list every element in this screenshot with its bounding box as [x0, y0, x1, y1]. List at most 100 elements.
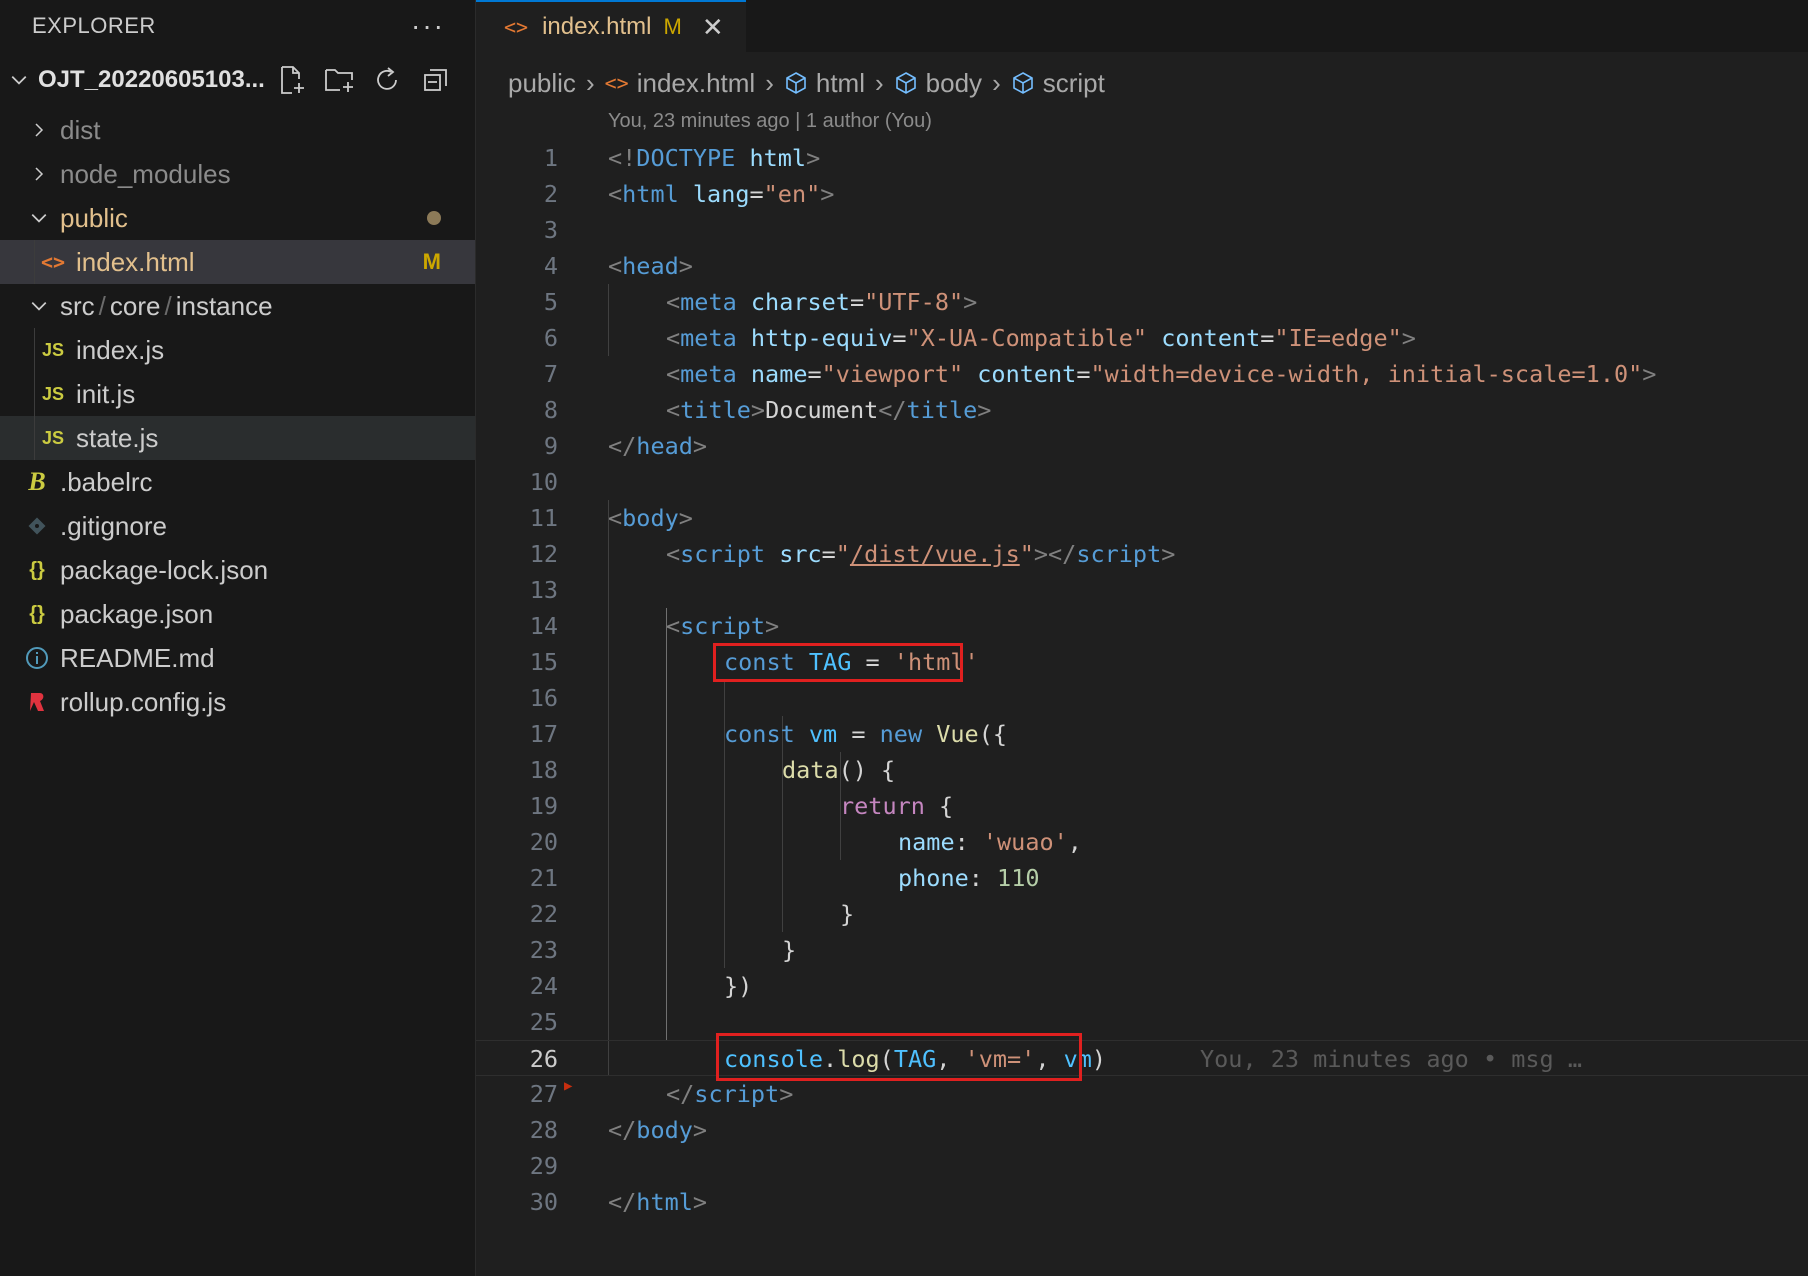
modified-badge: M [663, 14, 682, 39]
line-text: const vm = new Vue({ [724, 720, 1007, 748]
code-line: 6 <meta http-equiv="X-UA-Compatible" cont… [476, 320, 1808, 356]
modified-badge: M [422, 249, 441, 274]
line-number: 6 [543, 324, 558, 352]
codelens-blame[interactable]: You, 23 minutes ago | 1 author (You) [608, 110, 932, 133]
tree-item-label: rollup.config.js [60, 686, 227, 717]
tree-item-rollup-config[interactable]: rollup.config.js [0, 680, 475, 724]
html-file-icon: <> [40, 250, 66, 274]
tree-item-label: index.html [76, 246, 195, 277]
code-line: 1 <!DOCTYPE html> [476, 140, 1808, 176]
tree-item-babelrc[interactable]: B .babelrc [0, 460, 475, 504]
breadcrumb: public › <> index.html › html › body › sc… [476, 52, 1808, 114]
tree-item-index-html[interactable]: <> index.html M [0, 240, 475, 284]
indent-guide [34, 372, 35, 416]
more-actions-icon[interactable]: ··· [411, 10, 445, 42]
line-text: return { [840, 792, 954, 820]
line-number: 5 [543, 288, 558, 316]
project-name: OJT_20220605103... [38, 66, 265, 93]
tree-item-src-core-instance[interactable]: src / core / instance [0, 284, 475, 328]
project-actions [273, 62, 455, 98]
tree-item-state-js[interactable]: JS state.js [0, 416, 475, 460]
line-text: } [782, 936, 797, 964]
close-icon[interactable]: ✕ [702, 12, 724, 43]
line-number: 3 [543, 216, 558, 244]
line-number: 16 [529, 684, 558, 712]
line-text: }) [724, 972, 753, 1000]
highlight-box-tag [713, 643, 963, 682]
tab-index-html[interactable]: <> index.html M ✕ [476, 0, 746, 52]
chevron-down-icon [26, 297, 52, 315]
line-number: 14 [529, 612, 558, 640]
git-deleted-icon: ▶ [564, 1078, 573, 1094]
indent-guide [34, 416, 35, 460]
refresh-icon[interactable] [369, 62, 407, 98]
code-line: 22} [476, 896, 1808, 932]
code-line: 13 [476, 572, 1808, 608]
breadcrumb-index-html[interactable]: <> index.html [605, 68, 756, 99]
project-root[interactable]: OJT_20220605103... [0, 52, 475, 108]
cube-icon [784, 71, 808, 95]
code-line: 30 </html> [476, 1184, 1808, 1220]
explorer-header: EXPLORER ··· [0, 0, 475, 52]
path-separator: / [164, 290, 172, 321]
line-text: </head> [608, 432, 708, 460]
breadcrumb-html[interactable]: html [784, 68, 865, 99]
line-number: 22 [529, 900, 558, 928]
tree-item-node-modules[interactable]: node_modules [0, 152, 475, 196]
line-text: <title>Document</title> [666, 396, 992, 424]
explorer-sidebar: EXPLORER ··· OJT_20220605103... dist nod… [0, 0, 476, 1276]
code-line: 29 [476, 1148, 1808, 1184]
line-number: 26 [529, 1045, 558, 1073]
inline-blame[interactable]: You, 23 minutes ago • msg … [1200, 1041, 1582, 1077]
code-line: 5 <meta charset="UTF-8"> [476, 284, 1808, 320]
link[interactable]: /dist/vue.js [850, 540, 1020, 568]
new-folder-icon[interactable] [321, 62, 359, 98]
tree-item-label: public [60, 202, 128, 233]
line-number: 28 [529, 1116, 558, 1144]
code-line: 4 <head> [476, 248, 1808, 284]
code-editor[interactable]: 1 <!DOCTYPE html> 2 <html lang="en"> 3 4 <h… [476, 140, 1808, 1220]
js-file-icon: JS [41, 339, 65, 360]
new-file-icon[interactable] [273, 62, 311, 98]
line-text: data() { [782, 756, 896, 784]
line-text: phone: 110 [898, 864, 1040, 892]
tree-item-readme[interactable]: README.md [0, 636, 475, 680]
line-text: name: 'wuao', [898, 828, 1082, 856]
tree-item-public[interactable]: public [0, 196, 475, 240]
line-number: 20 [529, 828, 558, 856]
js-file-icon: JS [41, 383, 65, 404]
info-icon [22, 646, 52, 670]
line-text: <html lang="en"> [608, 180, 835, 208]
breadcrumb-script[interactable]: script [1011, 68, 1105, 99]
line-text: <meta charset="UTF-8"> [666, 288, 978, 316]
line-text: <script src="/dist/vue.js"></script> [666, 540, 1176, 568]
code-line: 3 [476, 212, 1808, 248]
path-segment: core [109, 290, 161, 321]
breadcrumb-label: script [1042, 67, 1105, 98]
tree-item-label: state.js [76, 422, 159, 453]
tree-item-init-js[interactable]: JS init.js [0, 372, 475, 416]
breadcrumb-body[interactable]: body [894, 68, 982, 99]
cube-icon [1011, 71, 1035, 95]
tree-item-package-json[interactable]: {} package.json [0, 592, 475, 636]
line-text: <!DOCTYPE html> [608, 144, 821, 172]
line-number: 21 [529, 864, 558, 892]
code-line: 19 return { [476, 788, 1808, 824]
chevron-right-icon [26, 121, 52, 139]
chevron-down-icon [26, 209, 52, 227]
code-line: 21 phone: 110 [476, 860, 1808, 896]
tree-item-index-js[interactable]: JS index.js [0, 328, 475, 372]
tree-item-gitignore[interactable]: .gitignore [0, 504, 475, 548]
breadcrumb-public[interactable]: public [508, 68, 576, 99]
code-line: 16 [476, 680, 1808, 716]
line-text: </html> [608, 1188, 708, 1216]
code-line: 17 const vm = new Vue({ [476, 716, 1808, 752]
tree-item-dist[interactable]: dist [0, 108, 475, 152]
tree-item-label: node_modules [60, 158, 231, 189]
line-number: 4 [543, 252, 558, 280]
line-text: </body> [608, 1116, 708, 1144]
tree-item-package-lock-json[interactable]: {} package-lock.json [0, 548, 475, 592]
line-text: <head> [608, 252, 693, 280]
collapse-all-icon[interactable] [417, 62, 455, 98]
tree-item-label: init.js [76, 378, 136, 409]
